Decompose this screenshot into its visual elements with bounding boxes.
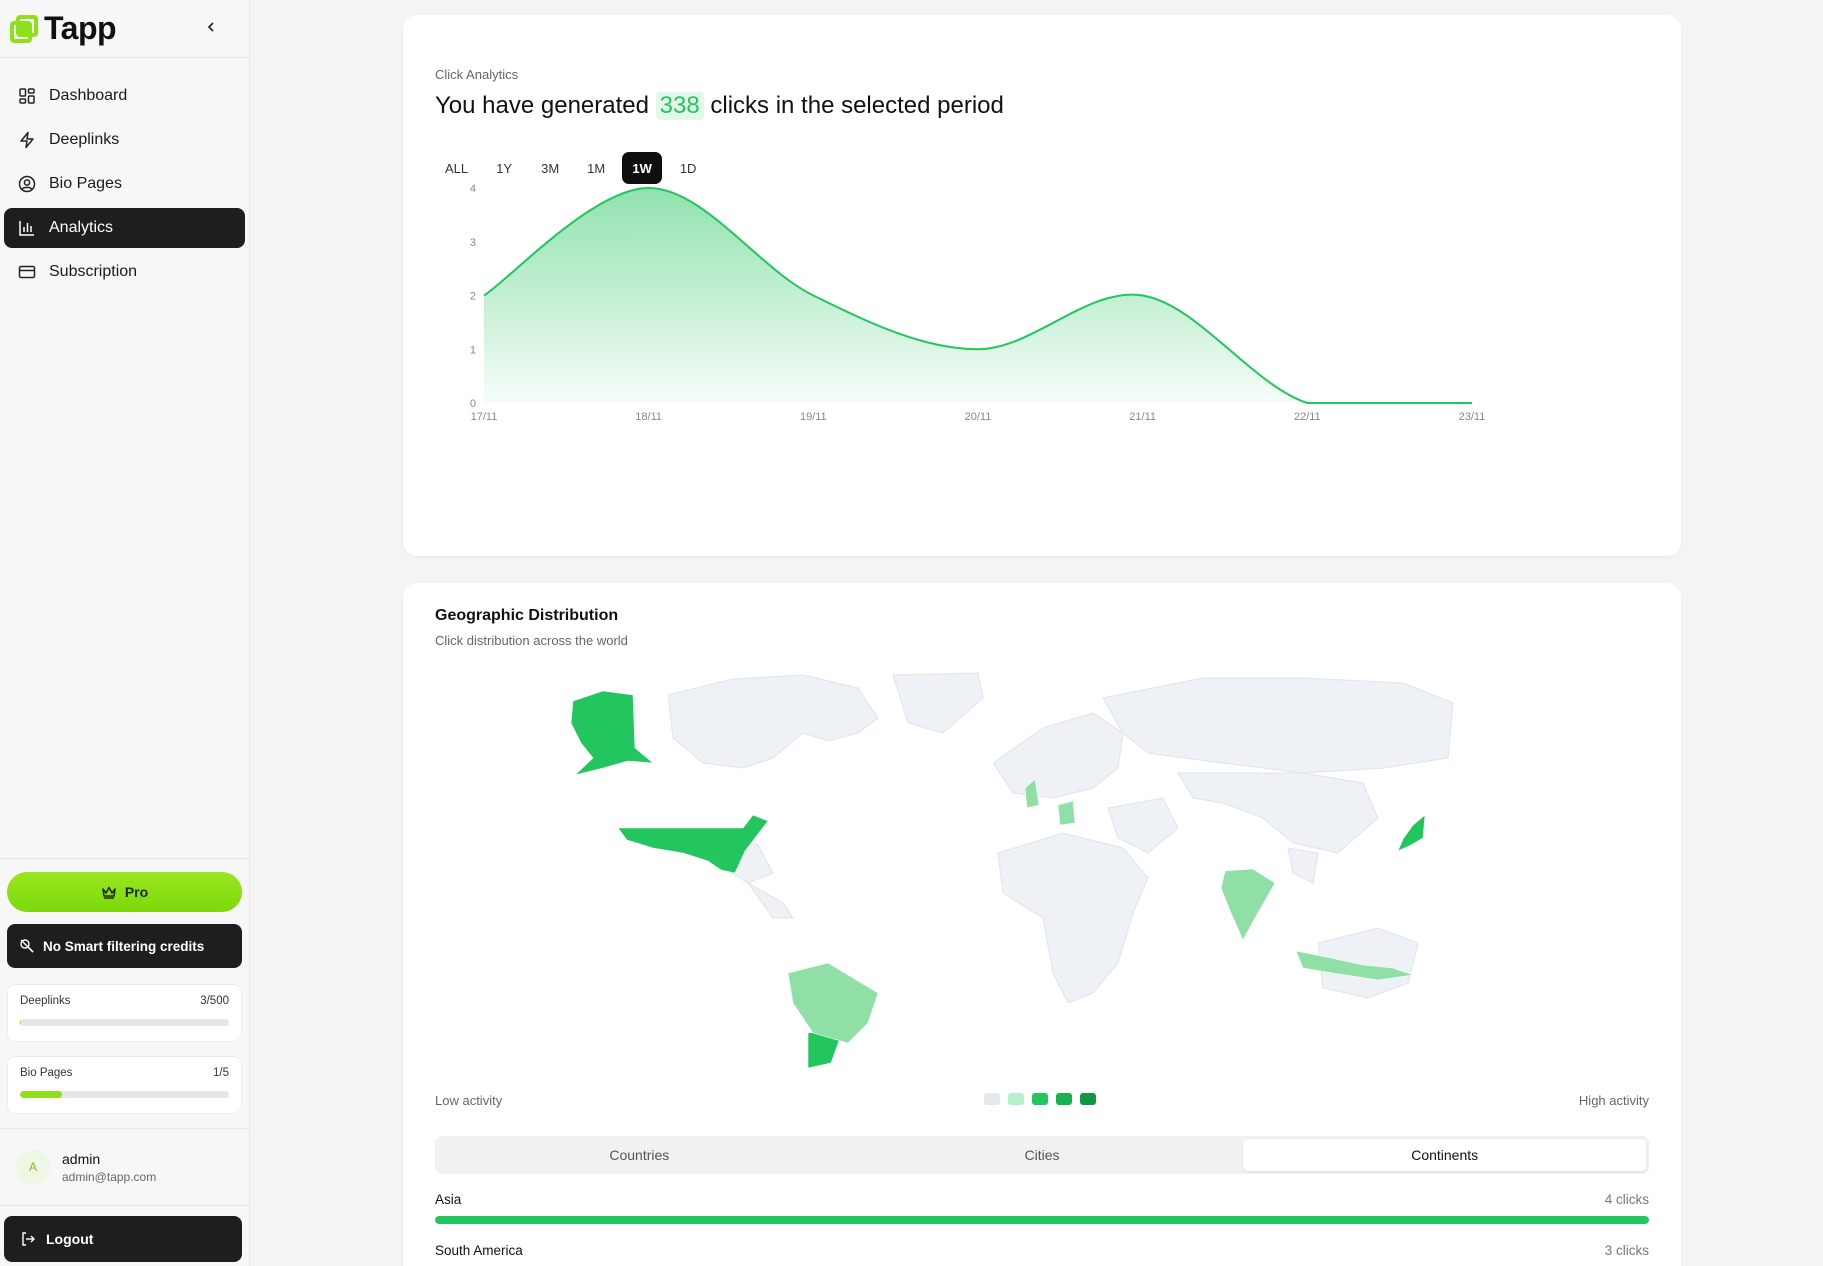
credit-card-icon [16,261,38,283]
sidebar-item-label: Analytics [49,219,114,236]
tab-cities[interactable]: Cities [841,1139,1244,1171]
legend-swatch [1008,1093,1024,1105]
user-email: admin@tapp.com [62,1169,157,1184]
map-region-central-america [747,882,794,919]
world-map [570,672,1454,1069]
x-tick-label: 17/11 [471,411,498,423]
filter-off-icon [19,938,35,954]
map-region-middle-east [1107,797,1179,854]
bar-chart-icon [16,217,38,239]
user-profile[interactable]: A admin admin@tapp.com [0,1128,249,1206]
grid-icon [16,85,38,107]
x-tick-label: 18/11 [635,411,662,423]
x-tick-label: 22/11 [1294,411,1321,423]
legend-low-label: Low activity [435,1093,503,1108]
geographic-distribution-card: Geographic Distribution Click distributi… [403,583,1681,1266]
smart-filtering-credits-button[interactable]: No Smart filtering credits [7,924,242,968]
map-region-canada [667,674,879,769]
region-name: South America [435,1243,523,1258]
region-clicks: 4 clicks [1604,1192,1649,1207]
click-analytics-card: Click Analytics You have generated 338 c… [403,15,1681,556]
y-tick-label: 4 [470,183,476,195]
list-item: Asia 4 clicks [435,1192,1649,1224]
usage-card-deeplinks: Deeplinks 3/500 [7,984,242,1042]
logout-button[interactable]: Logout [4,1216,242,1262]
sidebar-item-deeplinks[interactable]: Deeplinks [4,120,245,160]
user-name: admin [62,1150,101,1167]
sidebar-item-label: Deeplinks [49,131,120,148]
usage-card-bio-pages: Bio Pages 1/5 [7,1056,242,1114]
pro-button[interactable]: Pro [7,872,242,912]
map-region-africa [997,832,1149,1004]
sidebar-item-label: Dashboard [49,87,128,104]
crown-icon [101,885,117,899]
usage-progress-bar [20,1091,229,1098]
usage-progress-bar [20,1019,229,1026]
map-region-brazil [787,962,879,1044]
geo-view-tabs: Countries Cities Continents [435,1136,1649,1174]
activity-legend [984,1093,1096,1105]
user-circle-icon [16,173,38,195]
map-region-germany [1057,800,1076,826]
usage-progress-fill [20,1091,62,1098]
collapse-sidebar-button[interactable] [201,17,221,37]
legend-swatch [1056,1093,1072,1105]
x-tick-label: 19/11 [800,411,827,423]
usage-value: 3/500 [200,995,229,1007]
y-tick-label: 1 [470,344,476,356]
pro-label: Pro [124,884,149,900]
sidebar-nav: Dashboard Deeplinks Bio Pages Analytics … [0,58,249,292]
map-region-alaska [570,690,654,776]
x-tick-label: 23/11 [1459,411,1486,423]
map-region-greenland [892,672,984,734]
map-region-russia [1102,677,1454,774]
brand-name: Tapp [44,10,117,46]
legend-swatch [1080,1093,1096,1105]
sidebar-item-analytics[interactable]: Analytics [4,208,245,248]
map-region-southeast-asia [1287,847,1319,884]
sidebar: Tapp Dashboard Deeplinks Bio Pages Analy… [0,0,250,1266]
usage-progress-fill [20,1019,22,1026]
map-region-india [1220,868,1276,941]
avatar: A [16,1150,50,1184]
sidebar-item-dashboard[interactable]: Dashboard [4,76,245,116]
sidebar-item-bio-pages[interactable]: Bio Pages [4,164,245,204]
region-name: Asia [435,1192,462,1207]
map-region-japan [1397,814,1426,852]
region-bar-fill [435,1216,1649,1224]
x-tick-label: 20/11 [965,411,992,423]
region-bar [435,1216,1649,1224]
logo-row: Tapp [0,0,249,58]
tab-continents[interactable]: Continents [1243,1139,1647,1171]
logout-icon [20,1231,36,1247]
legend-swatch [1032,1093,1048,1105]
usage-label: Deeplinks [20,995,71,1007]
sidebar-item-label: Subscription [49,263,138,280]
list-item: South America 3 clicks [435,1243,1649,1258]
sidebar-bottom: Pro No Smart filtering credits Deeplinks… [0,858,249,1114]
y-tick-label: 3 [470,237,476,249]
tapp-logo-icon [10,14,38,43]
usage-label: Bio Pages [20,1067,73,1079]
clicks-area-chart: 0 1 2 3 4 17/11 18/11 19/11 20/11 21/11 22/11 23/11 [470,183,1486,423]
tab-countries[interactable]: Countries [438,1139,841,1171]
bolt-icon [16,129,38,151]
map-region-europe [992,712,1124,799]
chevron-left-icon [207,22,214,32]
sidebar-item-subscription[interactable]: Subscription [4,252,245,292]
y-tick-label: 0 [470,398,476,410]
region-clicks: 3 clicks [1604,1243,1649,1258]
x-tick-label: 21/11 [1129,411,1156,423]
sidebar-item-label: Bio Pages [49,175,122,192]
legend-high-label: High activity [1578,1093,1649,1108]
legend-swatch [984,1093,1000,1105]
map-region-asia [1177,772,1379,854]
logout-label: Logout [46,1231,94,1247]
chart-area-fill [484,188,1472,403]
usage-value: 1/5 [213,1067,229,1079]
credits-label: No Smart filtering credits [43,938,205,954]
y-tick-label: 2 [470,291,476,303]
